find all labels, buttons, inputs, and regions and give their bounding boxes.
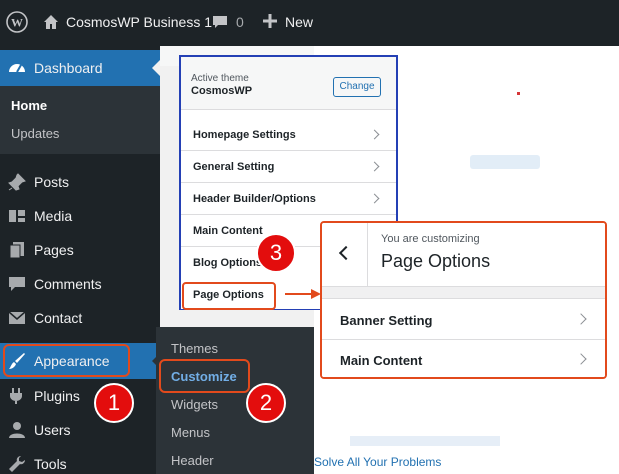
customizer-theme-header: Active theme CosmosWP Change [181,57,396,110]
section-general-setting[interactable]: General Setting [181,151,396,183]
current-menu-arrow [152,60,160,76]
comment-count[interactable]: 0 [236,14,244,30]
panel-header: You are customizing Page Options [322,223,605,287]
home-icon[interactable] [42,13,60,31]
chevron-right-icon [575,313,587,325]
flyout-item-menus[interactable]: Menus [171,425,210,440]
sidebar-item-comments[interactable]: Comments [0,266,160,302]
highlight-box [182,282,276,310]
sidebar-item-tools[interactable]: Tools [0,446,160,474]
svg-text:W: W [11,16,23,30]
comment-bubble-icon[interactable] [212,14,228,30]
panel-divider [322,287,605,299]
chevron-right-icon [369,161,380,172]
section-banner-setting[interactable]: Banner Setting [322,300,605,340]
section-label: Banner Setting [340,313,433,328]
sidebar-item-label: Contact [34,310,83,326]
customizing-label: You are customizing [381,233,480,245]
step-badge-1: 1 [94,383,134,423]
section-main-content[interactable]: Main Content [322,340,605,377]
mail-icon [8,311,26,324]
content-dot [517,92,520,95]
sidebar-item-posts[interactable]: Posts [0,164,160,200]
sidebar-item-label: Dashboard [34,60,103,76]
sidebar-item-label: Tools [34,456,67,472]
pages-icon [9,242,24,259]
section-label: Homepage Settings [193,129,296,141]
flyout-item-widgets[interactable]: Widgets [171,397,218,412]
section-label: Blog Options [193,257,263,269]
section-header-builder[interactable]: Header Builder/Options [181,183,396,215]
change-theme-button[interactable]: Change [333,77,381,97]
chevron-right-icon [575,353,587,365]
plus-icon[interactable] [263,14,277,28]
sidebar-item-label: Plugins [34,388,80,404]
new-content-link[interactable]: New [285,14,313,30]
highlight-box [3,344,130,377]
flyout-item-header[interactable]: Header [171,453,214,468]
step-badge-3: 3 [256,233,296,273]
sidebar-item-media[interactable]: Media [0,198,160,234]
plug-icon [10,388,22,404]
page-options-panel: You are customizing Page Options Banner … [320,221,607,379]
dashboard-gauge-icon [9,64,25,73]
section-label: Main Content [340,353,423,368]
content-bottom-link[interactable]: Solve All Your Problems [314,455,441,469]
sidebar-item-contact[interactable]: Contact [0,300,160,336]
blurred-content-link [470,155,540,169]
back-button[interactable] [322,223,368,287]
active-theme-label: Active theme [191,73,249,84]
appearance-flyout-menu: Themes Customize Widgets Menus Header [156,327,314,474]
flyout-item-themes[interactable]: Themes [171,341,218,356]
section-label: Header Builder/Options [193,193,316,205]
sidebar-item-label: Media [34,208,73,224]
sidebar-item-plugins[interactable]: Plugins [0,378,160,414]
theme-name: CosmosWP [191,85,253,97]
submenu-item-home[interactable]: Home [11,98,47,113]
blurred-content-bar [350,436,500,446]
media-icon [9,210,25,222]
user-icon [9,422,25,438]
section-label: Main Content [193,225,263,237]
step-badge-2: 2 [246,383,286,423]
submenu-item-updates[interactable]: Updates [11,126,59,141]
section-label: General Setting [193,161,275,173]
dashboard-submenu: Home Updates [0,86,160,154]
admin-bar: W CosmosWP Business 1 0 New [0,0,619,46]
pin-icon [8,173,26,191]
sidebar-item-users[interactable]: Users [0,412,160,448]
arrow-right-icon [285,289,321,299]
chevron-left-icon [338,245,354,261]
panel-title: Page Options [381,251,491,271]
wordpress-logo-icon[interactable]: W [6,11,28,33]
sidebar-item-pages[interactable]: Pages [0,232,160,268]
admin-sidebar: Dashboard Home Updates Posts Media Pages… [0,46,160,474]
sidebar-item-label: Comments [34,276,102,292]
site-name-link[interactable]: CosmosWP Business 1 [66,14,212,30]
wrench-icon [9,456,25,472]
sidebar-item-dashboard[interactable]: Dashboard [0,50,160,86]
chevron-right-icon [369,129,380,140]
sidebar-item-label: Posts [34,174,70,190]
highlight-box [159,359,250,393]
section-homepage-settings[interactable]: Homepage Settings [181,119,396,151]
chevron-right-icon [369,193,380,204]
sidebar-item-label: Pages [34,242,74,258]
sidebar-item-appearance[interactable]: Appearance [0,343,160,379]
sidebar-item-label: Users [34,422,71,438]
comments-icon [9,277,25,291]
